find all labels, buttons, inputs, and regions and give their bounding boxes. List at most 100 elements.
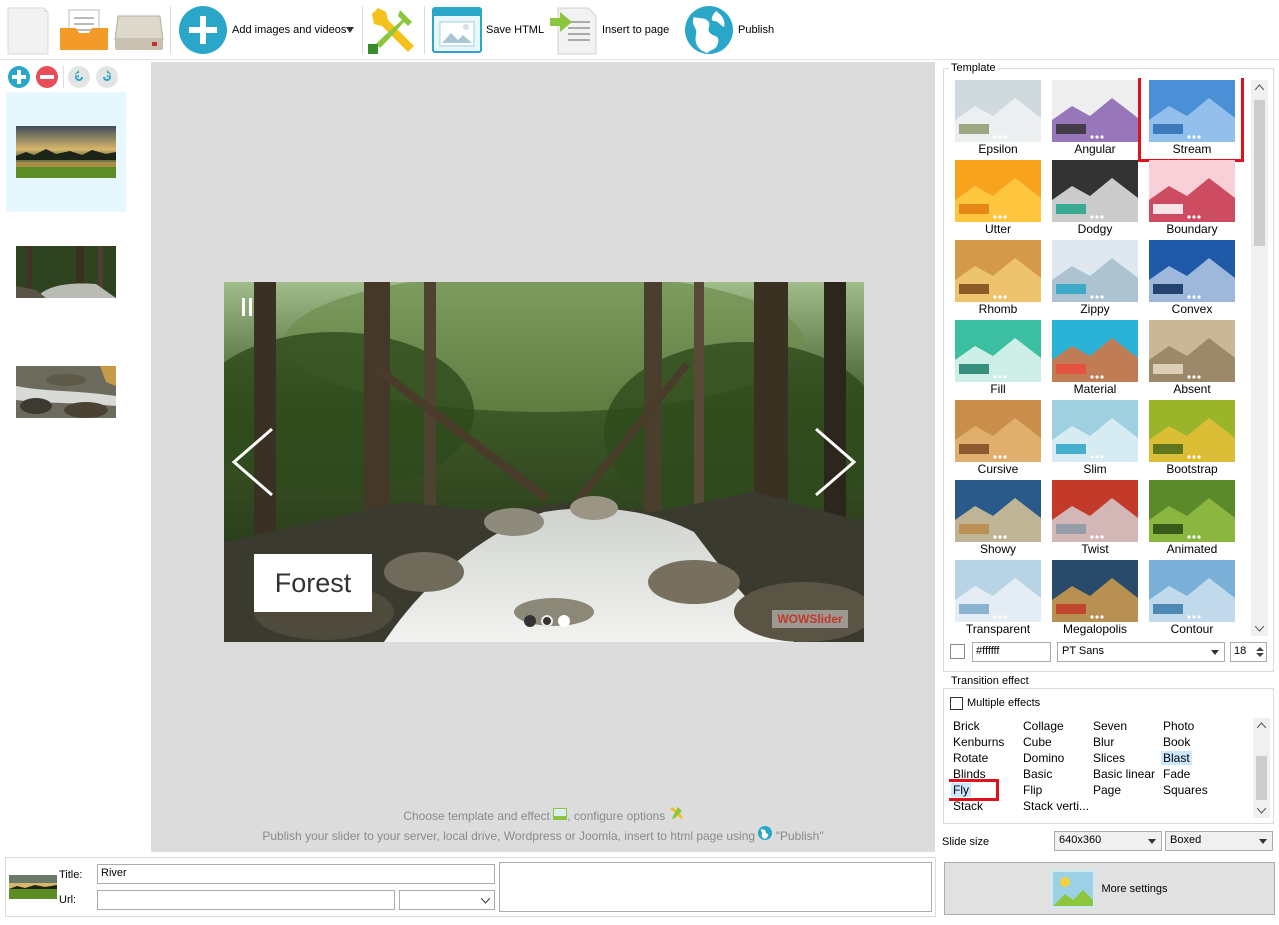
template-angular[interactable]: Angular [1050,78,1140,156]
selected-template-highlight [1138,78,1244,162]
font-size-stepper[interactable]: 18 [1230,642,1267,662]
font-select[interactable]: PT Sans [1057,642,1225,662]
scroll-up-icon[interactable] [1255,84,1264,90]
template-absent[interactable]: Absent [1147,318,1237,396]
template-cursive[interactable]: Cursive [953,398,1043,476]
effect-slices[interactable]: Slices [1093,751,1125,765]
effect-stack[interactable]: Stack [953,799,983,813]
stepper-arrows-icon[interactable] [1256,646,1264,658]
settings-button[interactable] [366,4,420,56]
template-scroll-thumb[interactable] [1254,100,1265,246]
save-html-label: Save HTML [486,24,545,36]
rotate-left-icon[interactable] [68,66,90,88]
description-textarea[interactable] [499,862,932,912]
title-input[interactable]: River [97,864,495,884]
save-html-button[interactable]: Save HTML [432,4,544,56]
effect-blast[interactable]: Blast [1161,751,1192,765]
add-slide-icon[interactable] [8,66,30,88]
template-dodgy[interactable]: Dodgy [1050,158,1140,236]
template-slim[interactable]: Slim [1050,398,1140,476]
next-arrow-icon[interactable] [814,427,858,497]
template-boundary[interactable]: Boundary [1147,158,1237,236]
template-thumbnail [1052,160,1138,222]
scroll-down-icon[interactable] [1255,626,1264,632]
more-settings-button[interactable]: More settings [944,862,1275,915]
effect-basic-linear[interactable]: Basic linear [1093,767,1155,781]
rotate-right-icon[interactable] [96,66,118,88]
slide-thumb-1[interactable] [6,92,126,212]
template-label: Slim [1083,462,1107,476]
template-stream[interactable]: Stream [1138,78,1244,162]
effect-photo[interactable]: Photo [1163,719,1194,733]
template-label: Bootstrap [1166,462,1218,476]
add-images-dropdown[interactable] [345,4,359,56]
effect-brick[interactable]: Brick [953,719,980,733]
slide-size-select[interactable]: 640x360 [1054,831,1162,851]
slide-mode-select[interactable]: Boxed [1165,831,1273,851]
remove-slide-icon[interactable] [36,66,58,88]
template-epsilon[interactable]: Epsilon [953,78,1043,156]
effect-rotate[interactable]: Rotate [953,751,988,765]
slider-preview[interactable]: Forest WOWSlider [224,282,864,642]
bullet-3[interactable] [558,615,570,627]
add-images-button[interactable]: Add images and videos [178,4,346,56]
slide-thumb-3[interactable] [6,332,126,452]
color-swatch[interactable] [950,644,965,659]
template-transparent[interactable]: Transparent [953,558,1043,636]
effects-scroll-thumb[interactable] [1256,756,1267,800]
effect-domino[interactable]: Domino [1023,751,1064,765]
template-utter[interactable]: Utter [953,158,1043,236]
publish-button[interactable]: Publish [684,4,774,56]
save-project-button[interactable] [114,4,164,56]
effect-basic[interactable]: Basic [1023,767,1052,781]
template-animated[interactable]: Animated [1147,478,1237,556]
pause-icon[interactable] [238,294,256,320]
effect-kenburns[interactable]: Kenburns [953,735,1004,749]
effect-blur[interactable]: Blur [1093,735,1114,749]
template-rhomb[interactable]: Rhomb [953,238,1043,316]
slide-properties-panel: Title: River Url: [5,857,936,917]
url-input[interactable] [97,890,395,910]
effect-stack-verti[interactable]: Stack verti... [1023,799,1089,813]
template-bootstrap[interactable]: Bootstrap [1147,398,1237,476]
template-zippy[interactable]: Zippy [1050,238,1140,316]
template-convex[interactable]: Convex [1147,238,1237,316]
template-thumbnail [955,160,1041,222]
template-material[interactable]: Material [1050,318,1140,396]
effects-scrollbar[interactable] [1253,718,1270,818]
open-project-button[interactable] [58,4,110,56]
template-thumbnail [1149,240,1235,302]
scroll-up-icon[interactable] [1257,722,1266,728]
effect-seven[interactable]: Seven [1093,719,1127,733]
template-fill[interactable]: Fill [953,318,1043,396]
multiple-effects-checkbox[interactable] [950,697,963,710]
insert-to-page-button[interactable]: Insert to page [550,4,669,56]
effect-cube[interactable]: Cube [1023,735,1052,749]
effect-page[interactable]: Page [1093,783,1121,797]
image-settings-icon [1051,869,1096,908]
effect-book[interactable]: Book [1163,735,1190,749]
scroll-down-icon[interactable] [1257,808,1266,814]
template-scrollbar[interactable] [1251,80,1268,636]
bullet-1[interactable] [524,615,536,627]
template-label: Fill [990,382,1006,396]
effect-fade[interactable]: Fade [1163,767,1190,781]
slide-thumb-2[interactable] [6,212,126,332]
url-target-select[interactable] [399,890,495,910]
dropdown-arrow-icon [346,27,354,33]
template-megalopolis[interactable]: Megalopolis [1050,558,1140,636]
template-twist[interactable]: Twist [1050,478,1140,556]
prev-arrow-icon[interactable] [230,427,274,497]
effect-flip[interactable]: Flip [1023,783,1042,797]
hint-line-1: Choose template and effect , configure o… [151,806,935,823]
effect-collage[interactable]: Collage [1023,719,1064,733]
template-contour[interactable]: Contour [1147,558,1237,636]
url-label: Url: [59,894,77,906]
color-input[interactable]: #ffffff [972,642,1051,662]
template-thumbnail [955,560,1041,622]
template-showy[interactable]: Showy [953,478,1043,556]
new-project-button[interactable] [6,4,50,56]
template-thumbnail [955,80,1041,142]
effect-squares[interactable]: Squares [1163,783,1208,797]
bullet-2[interactable] [541,615,553,627]
